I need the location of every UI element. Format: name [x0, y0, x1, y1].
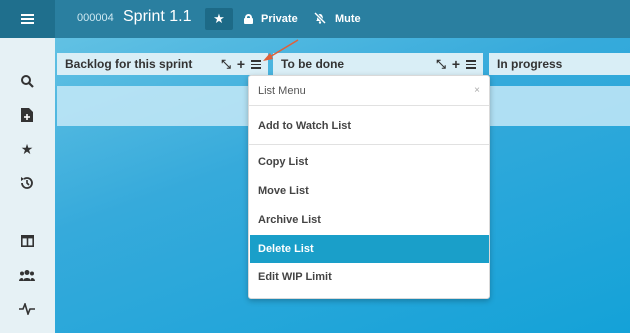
board-view-icon[interactable]: [18, 232, 36, 250]
lock-icon: [244, 14, 253, 24]
popup-header: List Menu ×: [249, 76, 489, 106]
privacy-label: Private: [261, 13, 298, 25]
hamburger-menu-button[interactable]: [0, 0, 55, 38]
popup-title: List Menu: [258, 84, 306, 97]
add-card-button[interactable]: +: [237, 57, 245, 71]
mute-toggle[interactable]: Mute: [313, 11, 361, 27]
top-bar: 000004 Sprint 1.1 ★ Private Mute: [0, 0, 630, 38]
star-icon[interactable]: ★: [18, 140, 36, 158]
menu-divider: [249, 144, 489, 145]
add-card-button[interactable]: +: [452, 57, 460, 71]
history-icon[interactable]: [18, 174, 36, 192]
privacy-toggle[interactable]: Private: [244, 12, 298, 26]
star-button[interactable]: ★: [205, 8, 233, 30]
annotation-arrow: [263, 39, 299, 61]
collapse-icon[interactable]: ⤡: [436, 58, 446, 70]
sidebar: ★: [0, 38, 55, 333]
list-title[interactable]: Backlog for this sprint: [65, 57, 221, 71]
list-header-backlog[interactable]: Backlog for this sprint ⤡ +: [57, 53, 268, 75]
list-header-in-progress[interactable]: In progress: [489, 53, 630, 75]
close-icon[interactable]: ×: [474, 85, 480, 96]
menu-item-copy-list[interactable]: Copy List: [250, 148, 489, 176]
list-title[interactable]: In progress: [497, 57, 630, 71]
add-card-icon[interactable]: [18, 106, 36, 124]
bell-slash-icon: [313, 11, 327, 27]
list-menu-button[interactable]: [466, 60, 476, 69]
list-menu-popup: List Menu × Add to Watch List Copy List …: [248, 75, 490, 299]
collapse-icon[interactable]: ⤡: [221, 58, 231, 70]
search-icon[interactable]: [18, 72, 36, 90]
menu-item-move-list[interactable]: Move List: [250, 177, 489, 205]
menu-item-delete-list[interactable]: Delete List: [250, 235, 489, 263]
menu-item-archive-list[interactable]: Archive List: [250, 206, 489, 234]
menu-item-add-to-watch-list[interactable]: Add to Watch List: [250, 112, 489, 140]
board-title[interactable]: Sprint 1.1: [123, 8, 191, 26]
mute-label: Mute: [335, 13, 361, 25]
members-icon[interactable]: [18, 266, 36, 284]
board-id: 000004: [77, 12, 114, 24]
activity-icon[interactable]: [18, 300, 36, 318]
star-icon: ★: [213, 11, 225, 26]
hamburger-icon: [21, 14, 34, 24]
menu-item-edit-wip-limit[interactable]: Edit WIP Limit: [250, 263, 489, 291]
